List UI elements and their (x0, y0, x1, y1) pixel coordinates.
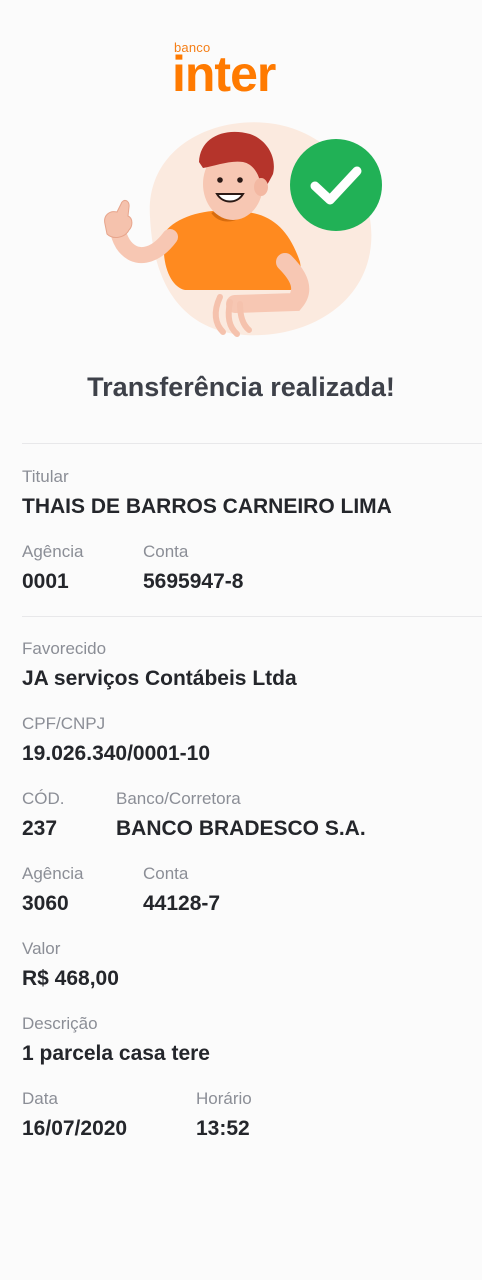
recipient-conta-value: 44128-7 (143, 892, 221, 915)
cpf-cnpj-value: 19.026.340/0001-10 (22, 742, 211, 765)
divider (22, 616, 482, 617)
valor-value: R$ 468,00 (22, 967, 119, 990)
logo-inter-text: inter (172, 46, 276, 102)
horario-label: Horário (196, 1089, 252, 1108)
horario-value: 13:52 (196, 1117, 250, 1140)
bank-name-value: BANCO BRADESCO S.A. (116, 817, 366, 840)
bank-code-value: 237 (22, 817, 58, 840)
origin-conta-label: Conta (143, 542, 189, 561)
transfer-success-title: Transferência realizada! (87, 372, 395, 402)
valor-label: Valor (22, 939, 61, 958)
check-circle-icon (289, 138, 383, 232)
titular-value: THAIS DE BARROS CARNEIRO LIMA (22, 495, 392, 518)
favorecido-value: JA serviços Contábeis Ltda (22, 667, 297, 690)
origin-conta-value: 5695947-8 (143, 570, 244, 593)
divider (22, 443, 482, 444)
cpf-cnpj-label: CPF/CNPJ (22, 714, 106, 733)
favorecido-label: Favorecido (22, 639, 107, 658)
recipient-agencia-label: Agência (22, 864, 84, 883)
bank-logo: banco inter (172, 40, 312, 102)
descricao-label: Descrição (22, 1014, 98, 1033)
data-value: 16/07/2020 (22, 1117, 128, 1140)
bank-code-label: CÓD. (22, 789, 65, 808)
descricao-value: 1 parcela casa tere (22, 1042, 210, 1065)
titular-label: Titular (22, 467, 69, 486)
recipient-agencia-value: 3060 (22, 892, 69, 915)
origin-agencia-value: 0001 (22, 570, 69, 593)
data-label: Data (22, 1089, 58, 1108)
recipient-conta-label: Conta (143, 864, 189, 883)
origin-agencia-label: Agência (22, 542, 84, 561)
bank-name-label: Banco/Corretora (116, 789, 241, 808)
